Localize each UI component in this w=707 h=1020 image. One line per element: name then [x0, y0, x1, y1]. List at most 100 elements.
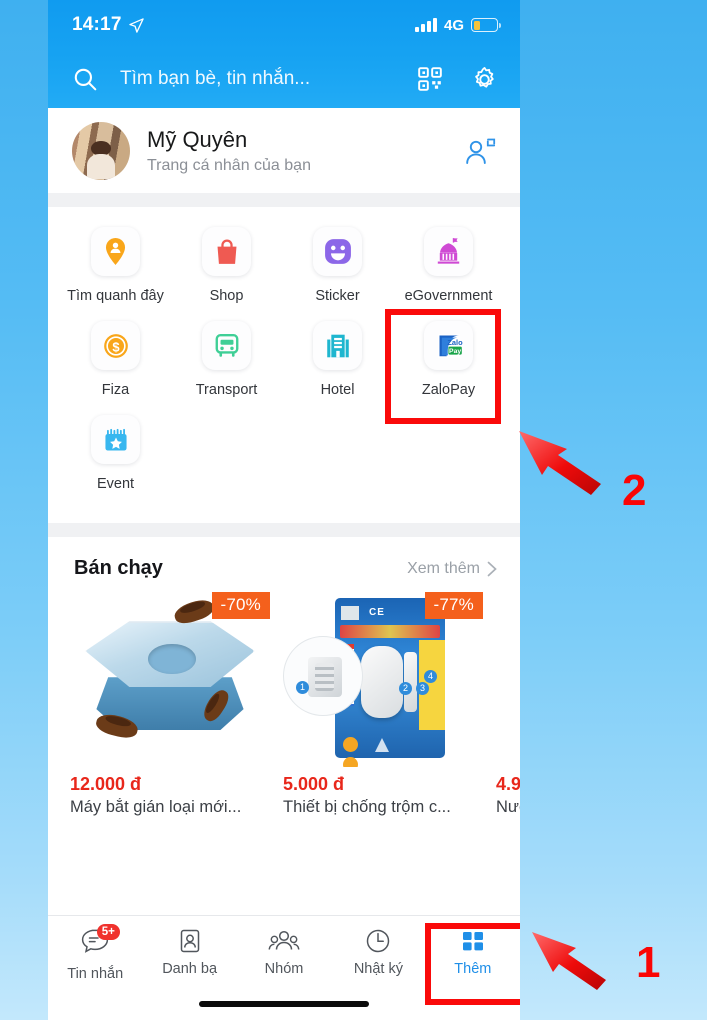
profile-name: Mỹ Quyên — [147, 126, 248, 152]
tile-bg — [202, 321, 251, 370]
nav-label: Tin nhắn — [67, 966, 124, 982]
app-grid-row: Event — [48, 415, 520, 509]
app-label: eGovernment — [404, 288, 493, 304]
message-badge: 5+ — [96, 924, 120, 940]
government-building-icon — [437, 238, 460, 264]
dark-device-photo — [496, 592, 520, 767]
app-label: Transport — [195, 382, 258, 398]
tile-bg: $ — [91, 321, 140, 370]
qr-code-icon[interactable] — [417, 66, 443, 92]
app-label: Event — [96, 476, 135, 492]
profile-row[interactable]: Mỹ Quyên Trang cá nhân của bạn — [48, 108, 520, 193]
cockroach-trap-photo: -70% — [70, 592, 270, 767]
nav-label: Danh bạ — [162, 961, 218, 977]
app-tile-egovernment[interactable]: eGovernment — [393, 227, 504, 321]
shopping-bag-icon — [217, 239, 236, 264]
product-price: 5.000 đ — [283, 774, 345, 794]
product-card[interactable]: CE 2 3 4 1 -77% 5.000 đ Thiết bị chống t… — [283, 592, 483, 817]
red-arrow-icon-1 — [532, 932, 606, 990]
nav-item-danh-ba[interactable]: Danh bạ — [142, 928, 236, 982]
hotel-building-icon — [326, 334, 349, 357]
home-indicator — [199, 1001, 369, 1007]
annotation-number-2: 2 — [622, 466, 647, 515]
tile-bg — [424, 227, 473, 276]
section-divider — [48, 523, 520, 537]
product-name: Nướ — [496, 798, 520, 816]
smiley-sticker-icon — [324, 239, 351, 264]
tile-bg — [313, 227, 362, 276]
section-divider — [48, 193, 520, 207]
app-tile-zalopay[interactable]: Zalo Pay ZaloPay — [385, 309, 504, 424]
add-friend-icon[interactable] — [464, 136, 498, 166]
bus-icon — [215, 333, 238, 357]
tile-bg — [91, 227, 140, 276]
app-header: 14:17 4G Tìm bạn bè, tin nhắn... — [48, 0, 520, 108]
search-bar[interactable]: Tìm bạn bè, tin nhắn... — [48, 50, 520, 108]
search-input[interactable]: Tìm bạn bè, tin nhắn... — [120, 68, 417, 90]
chevron-right-icon — [487, 561, 497, 576]
group-people-icon — [268, 930, 300, 950]
avatar[interactable] — [72, 121, 130, 180]
see-more-button[interactable]: Xem thêm — [407, 560, 498, 578]
profile-subtitle: Trang cá nhân của bạn — [147, 156, 311, 174]
app-tile-transport[interactable]: Transport — [171, 321, 282, 415]
nav-item-nhom[interactable]: Nhóm — [237, 928, 331, 982]
product-name: Máy bắt gián loại mới... — [70, 798, 242, 816]
app-tile-tim-quanh-day[interactable]: Tìm quanh đây — [60, 227, 171, 321]
product-price: 4.90 — [496, 774, 520, 794]
app-grid: Tìm quanh đây Shop Sticker eGovernment $… — [48, 207, 520, 523]
location-pin-person-icon — [105, 238, 126, 265]
tile-bg — [313, 321, 362, 370]
app-label: Fiza — [101, 382, 130, 398]
dollar-coin-icon: $ — [103, 333, 128, 358]
zalopay-icon: Zalo Pay — [437, 333, 463, 358]
product-card[interactable]: 4.90 Nướ — [496, 592, 520, 817]
app-label: Hotel — [320, 382, 355, 398]
signal-bars-icon — [415, 18, 437, 32]
app-grid-row: Tìm quanh đây Shop Sticker eGovernment — [48, 227, 520, 321]
nav-label: Nhật ký — [353, 961, 403, 977]
nav-label: Thêm — [454, 961, 492, 977]
discount-badge: -70% — [211, 592, 270, 619]
svg-text:$: $ — [112, 339, 119, 354]
nav-item-nhat-ky[interactable]: Nhật ký — [331, 928, 425, 982]
nav-item-tin-nhan[interactable]: 5+ Tin nhắn — [48, 924, 142, 982]
nav-label: Nhóm — [264, 961, 304, 977]
grid-squares-icon — [462, 932, 483, 951]
svg-text:Pay: Pay — [449, 348, 461, 355]
app-grid-row: $ Fiza Transport Hotel Zalo Pay ZaloPay — [48, 309, 520, 424]
network-type-label: 4G — [443, 16, 464, 34]
product-card[interactable]: -70% 12.000 đ Máy bắt gián loại mới... — [70, 592, 270, 817]
product-price: 12.000 đ — [70, 774, 142, 794]
product-list: -70% 12.000 đ Máy bắt gián loại mới... C… — [48, 592, 520, 817]
page-title: Bán chạy — [74, 557, 163, 579]
status-time: 14:17 — [72, 14, 122, 35]
app-tile-fiza[interactable]: $ Fiza — [60, 321, 171, 415]
phone-screen: 14:17 4G Tìm bạn bè, tin nhắn... Mỹ Quyê… — [48, 0, 520, 1020]
door-alarm-photo: CE 2 3 4 1 -77% — [283, 592, 483, 767]
gear-icon[interactable] — [471, 66, 498, 93]
app-label: ZaloPay — [421, 382, 476, 398]
tile-bg — [91, 415, 140, 464]
product-name: Thiết bị chống trộm c... — [283, 798, 451, 816]
app-tile-event[interactable]: Event — [60, 415, 171, 509]
app-label: Tìm quanh đây — [67, 288, 164, 304]
calendar-star-icon — [104, 428, 127, 451]
app-tile-hotel[interactable]: Hotel — [282, 321, 393, 415]
tile-bg — [202, 227, 251, 276]
app-tile-shop[interactable]: Shop — [171, 227, 282, 321]
profile-text: Mỹ Quyên Trang cá nhân của bạn — [147, 127, 447, 175]
app-label: Shop — [209, 288, 244, 304]
annotation-number-1: 1 — [636, 938, 661, 987]
tile-bg: Zalo Pay — [424, 321, 473, 370]
discount-badge: -77% — [424, 592, 483, 619]
svg-text:Zalo: Zalo — [447, 338, 463, 347]
battery-low-icon — [471, 18, 501, 32]
location-arrow-icon — [128, 17, 144, 33]
status-bar: 14:17 4G — [48, 0, 520, 50]
search-icon[interactable] — [72, 66, 98, 92]
app-tile-sticker[interactable]: Sticker — [282, 227, 393, 321]
best-sellers-header: Bán chạy Xem thêm — [48, 537, 520, 592]
nav-item-them[interactable]: Thêm — [426, 928, 520, 982]
app-label: Sticker — [315, 288, 360, 304]
